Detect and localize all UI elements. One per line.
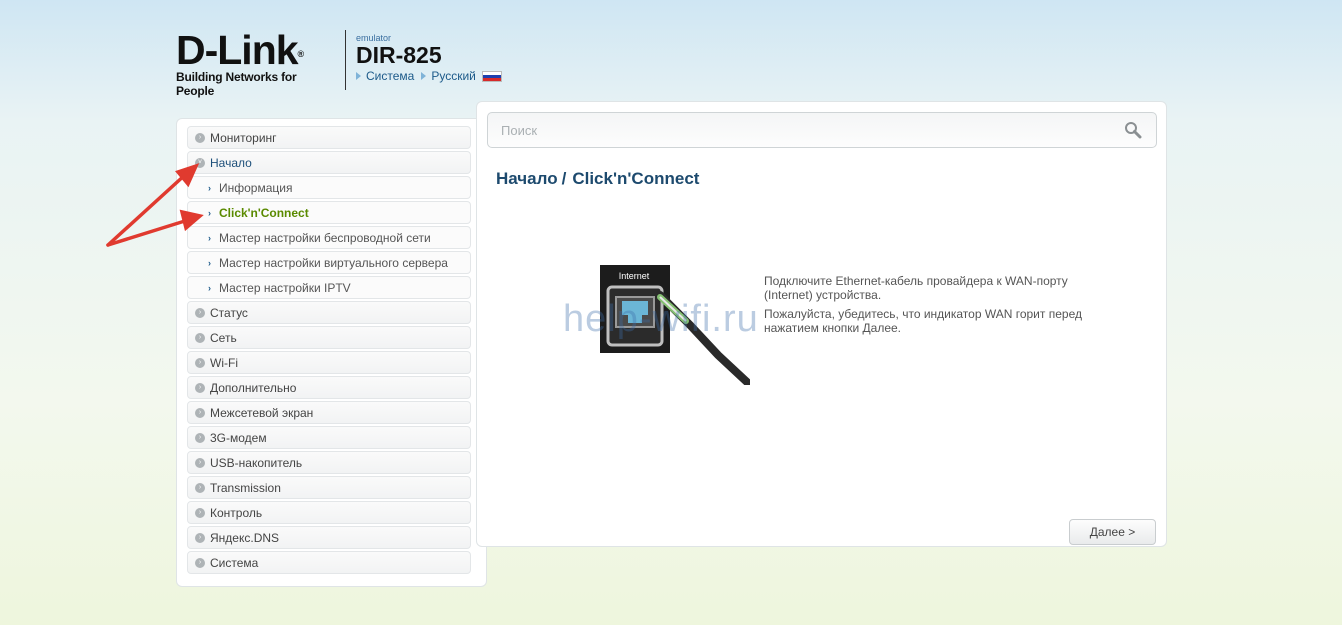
sidebar-item-transmission[interactable]: › Transmission [187,476,471,499]
chevron-right-icon: › [195,457,205,468]
sidebar-item-label: Система [210,555,259,570]
header-divider [345,30,346,90]
chevron-right-icon: › [195,532,205,543]
arrow-right-icon: › [208,257,211,268]
sidebar-subitem-label: Мастер настройки беспроводной сети [219,230,431,245]
next-button[interactable]: Далее > [1069,519,1156,545]
chevron-right-icon: › [195,432,205,443]
chevron-right-icon: › [195,407,205,418]
sidebar-menu: › Мониторинг ˅ Начало › Информация › Cli… [176,118,487,587]
chevron-right-icon: › [195,382,205,393]
breadcrumb-current: Click'n'Connect [572,169,700,188]
model-block: emulator DIR-825 Система Русский [356,33,502,83]
sidebar-item-usb-storage[interactable]: › USB-накопитель [187,451,471,474]
search-input[interactable]: Поиск [487,112,1157,148]
logo-wordmark: D-Link® [176,27,304,73]
sidebar-subitem-clickconnect[interactable]: › Click'n'Connect [187,201,471,224]
sidebar-item-3g-modem[interactable]: › 3G-модем [187,426,471,449]
sidebar-subitem-virtual-server-wizard[interactable]: › Мастер настройки виртуального сервера [187,251,471,274]
sidebar-item-label: Контроль [210,505,263,520]
sidebar-item-wifi[interactable]: › Wi-Fi [187,351,471,374]
chevron-right-icon: › [195,507,205,518]
annotation-arrowhead [179,209,204,232]
sidebar-item-label: Сеть [210,330,237,345]
sidebar-item-label: USB-накопитель [210,455,303,470]
sidebar-item-label: Мониторинг [210,130,277,145]
logo-tagline: Building Networks for People [176,70,297,98]
language-link[interactable]: Русский [431,69,476,83]
dlink-logo[interactable]: D-Link® Building Networks for People [176,27,336,99]
sidebar-item-label: Дополнительно [210,380,297,395]
sidebar-item-monitoring[interactable]: › Мониторинг [187,126,471,149]
breadcrumb-parent[interactable]: Начало [496,169,558,188]
sidebar-subitem-label: Мастер настройки виртуального сервера [219,255,448,270]
sidebar-item-yandex-dns[interactable]: › Яндекс.DNS [187,526,471,549]
sidebar-item-label: Межсетевой экран [210,405,314,420]
search-placeholder: Поиск [501,122,538,138]
sidebar-item-label: Статус [210,305,248,320]
sidebar-item-label: 3G-модем [210,430,267,445]
chevron-right-icon: › [195,307,205,318]
system-link[interactable]: Система [366,69,414,83]
instruction-check-wan: Пожалуйста, убедитесь, что индикатор WAN… [764,307,1082,335]
sidebar-item-status[interactable]: › Статус [187,301,471,324]
arrow-right-icon: › [208,282,211,293]
search-icon[interactable] [1124,121,1142,139]
sidebar-subitem-label: Информация [219,180,293,195]
header-links: Система Русский [356,69,502,83]
sidebar-item-firewall[interactable]: › Межсетевой экран [187,401,471,424]
annotation-arrowhead [175,163,200,188]
sidebar-subitem-iptv-wizard[interactable]: › Мастер настройки IPTV [187,276,471,299]
chevron-right-icon: › [195,332,205,343]
chevron-right-icon: › [195,557,205,568]
port-label: Internet [619,271,650,281]
sidebar-item-control[interactable]: › Контроль [187,501,471,524]
sidebar-item-label: Начало [210,155,252,170]
model-name: DIR-825 [356,42,442,68]
sidebar-subitem-label: Click'n'Connect [219,205,309,220]
sidebar-item-label: Яндекс.DNS [210,530,280,545]
triangle-right-icon [356,72,361,80]
sidebar-subitem-information[interactable]: › Информация [187,176,471,199]
sidebar-subitem-wireless-wizard[interactable]: › Мастер настройки беспроводной сети [187,226,471,249]
russia-flag-icon[interactable] [481,70,502,82]
sidebar-item-start[interactable]: ˅ Начало [187,151,471,174]
sidebar-subitem-label: Мастер настройки IPTV [219,280,351,295]
sidebar-item-network[interactable]: › Сеть [187,326,471,349]
annotation-arrows [106,163,204,247]
sidebar-item-system[interactable]: › Система [187,551,471,574]
page-title: Начало / Click'n'Connect [496,169,700,188]
chevron-right-icon: › [195,357,205,368]
instructions-text: Подключите Ethernet-кабель провайдера к … [764,274,1084,340]
triangle-right-icon [421,72,427,80]
chevron-right-icon: › [195,132,205,143]
instruction-connect: Подключите Ethernet-кабель провайдера к … [764,274,1068,302]
sidebar-item-label: Transmission [210,480,281,495]
watermark: help-wifi.ru [563,298,759,340]
sidebar-item-advanced[interactable]: › Дополнительно [187,376,471,399]
sidebar-item-label: Wi-Fi [210,355,238,370]
chevron-right-icon: › [195,482,205,493]
